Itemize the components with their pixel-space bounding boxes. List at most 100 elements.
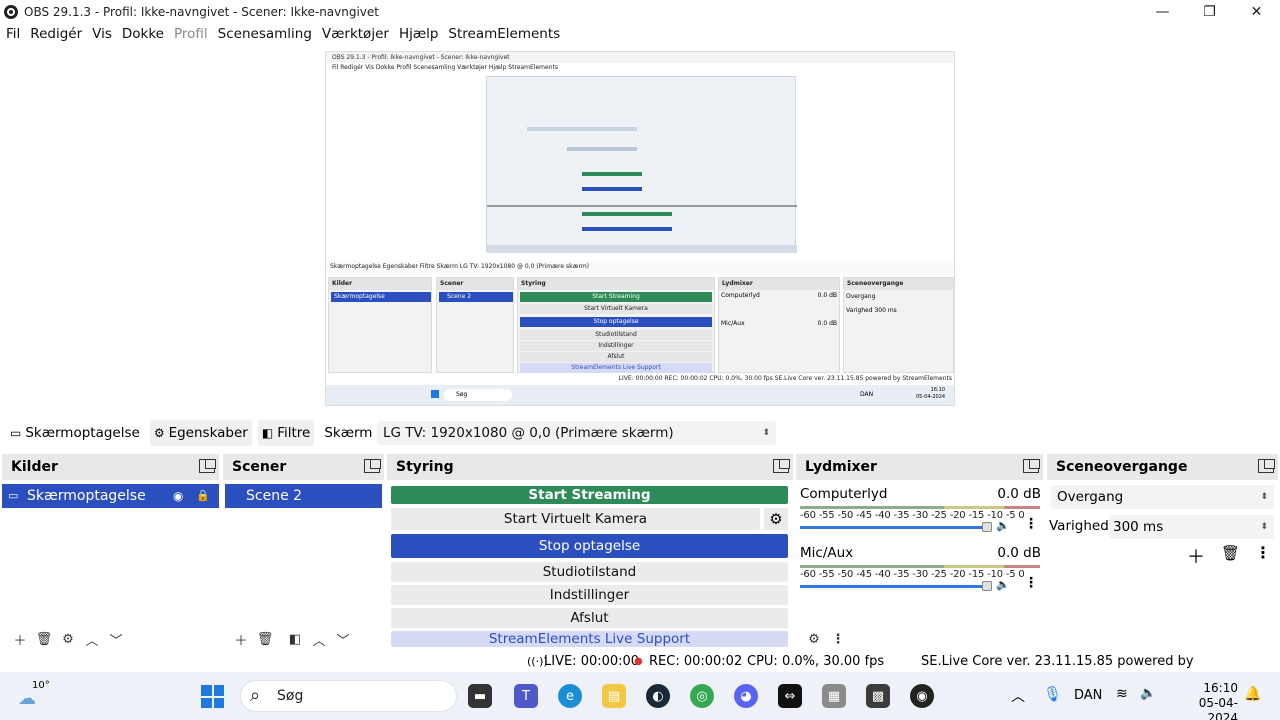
close-button[interactable]: ✕ — [1233, 0, 1280, 23]
menu-streamelements[interactable]: StreamElements — [448, 26, 560, 42]
mini-scene-item: Scene 2 — [439, 292, 513, 302]
scene-filters-button[interactable]: ◧ — [283, 632, 307, 647]
mini-search: Søg — [444, 389, 512, 401]
filters-label: Filtre — [277, 425, 311, 441]
mixer-menu-icon[interactable]: ⋮ — [826, 632, 850, 647]
add-scene-button[interactable]: ＋ — [229, 630, 253, 649]
menu-scene-collection[interactable]: Scenesamling — [218, 26, 312, 42]
add-source-button[interactable]: ＋ — [8, 630, 32, 649]
steam-icon[interactable]: ◐ — [646, 684, 670, 708]
search-placeholder: Søg — [277, 688, 304, 704]
exit-button[interactable]: Afslut — [391, 608, 788, 628]
move-source-up-button[interactable]: ︿ — [80, 630, 104, 649]
volume-meter — [800, 506, 1040, 509]
edge-icon[interactable]: e — [558, 684, 582, 708]
more-vertical-icon[interactable]: ⋮ — [1024, 575, 1038, 591]
file-explorer-icon[interactable]: ▤ — [602, 684, 626, 708]
app-icon[interactable]: ▦ — [822, 684, 846, 708]
teams-icon[interactable]: T — [514, 684, 538, 708]
volume-icon[interactable]: 🔈 — [1140, 686, 1156, 701]
volume-slider[interactable] — [800, 585, 990, 588]
dock-float-icon[interactable] — [364, 459, 381, 473]
start-virtual-camera-button[interactable]: Start Virtuelt Kamera — [391, 508, 760, 530]
maximize-button[interactable]: ❐ — [1186, 0, 1233, 23]
discord-icon[interactable]: ◕ — [734, 684, 758, 708]
move-scene-down-button[interactable]: ﹀ — [331, 630, 355, 649]
minecraft-icon[interactable]: ▩ — [866, 684, 890, 708]
mini-title: OBS 29.1.3 - Profil: Ikke-navngivet - Sc… — [326, 52, 954, 63]
volume-slider-handle[interactable] — [982, 522, 992, 532]
mini-date: 05-04-2024 — [916, 394, 946, 400]
volume-slider-handle[interactable] — [982, 581, 992, 591]
move-source-down-button[interactable]: ﹀ — [104, 630, 128, 649]
lock-icon[interactable]: 🔒 — [196, 484, 210, 508]
dock-float-icon[interactable] — [199, 459, 216, 473]
volume-slider[interactable] — [800, 526, 990, 529]
stop-recording-button[interactable]: Stop optagelse — [391, 534, 788, 558]
mini-scenes-dock: Scener Scene 2 — [436, 277, 514, 373]
chevron-up-icon[interactable]: ︿ — [1011, 686, 1025, 706]
transition-select[interactable]: Overgang ⬍ — [1051, 485, 1274, 509]
taskbar-clock[interactable]: 16:10 05-04-2024 — [1170, 681, 1238, 720]
menu-profile[interactable]: Profil — [174, 26, 208, 42]
more-vertical-icon[interactable]: ⋮ — [1024, 516, 1038, 532]
obs-logo-icon — [4, 4, 18, 19]
filters-button[interactable]: ◧ Filtre — [257, 420, 315, 446]
menu-file[interactable]: Fil — [6, 26, 20, 42]
menu-view[interactable]: Vis — [92, 26, 112, 42]
chrome-icon[interactable]: ◎ — [690, 684, 714, 708]
mini-studio-mode: Studiotilstand — [520, 330, 712, 340]
remove-transition-button[interactable]: 🗑 — [1221, 544, 1240, 562]
obs-taskbar-icon[interactable]: ◉ — [910, 684, 934, 708]
dock-float-icon[interactable] — [773, 459, 790, 473]
settings-button[interactable]: Indstillinger — [391, 585, 788, 605]
mini-clock: 16:10 05-04-2024 — [916, 387, 945, 401]
screen-select[interactable]: LG TV: 1920x1080 @ 0,0 (Primære skærm) ⬍ — [377, 421, 776, 445]
volume-meter — [800, 565, 1040, 568]
spin-arrows-icon[interactable]: ⬍ — [1260, 515, 1268, 539]
move-scene-up-button[interactable]: ︿ — [307, 630, 331, 649]
source-item-screen-capture[interactable]: ▭ Skærmoptagelse ◉ 🔒 — [2, 484, 219, 508]
task-view-icon[interactable]: ▬ — [468, 684, 492, 708]
properties-label: Egenskaber — [168, 425, 248, 441]
advanced-audio-gear-icon[interactable]: ⚙ — [802, 632, 826, 647]
microphone-icon[interactable]: 🎙 — [1043, 685, 1062, 703]
dock-float-icon[interactable] — [1023, 459, 1040, 473]
preview-area[interactable]: OBS 29.1.3 - Profil: Ikke-navngivet - Sc… — [0, 45, 1280, 413]
menu-docks[interactable]: Dokke — [122, 26, 164, 42]
windows-start-icon[interactable] — [201, 685, 224, 708]
notification-bell-icon[interactable]: 🔔 — [1244, 686, 1261, 702]
studio-mode-button[interactable]: Studiotilstand — [391, 562, 788, 582]
streamelements-live-support-button[interactable]: StreamElements Live Support — [391, 631, 788, 647]
menu-edit[interactable]: Redigér — [30, 26, 82, 42]
minimize-button[interactable]: — — [1139, 0, 1186, 23]
weather-widget[interactable]: ☁ 10° — [18, 680, 50, 710]
speaker-icon[interactable]: 🔈 — [996, 519, 1010, 532]
teamviewer-icon[interactable]: ⇔ — [778, 684, 802, 708]
remove-scene-button[interactable]: 🗑 — [253, 632, 277, 647]
transitions-dock-header: Sceneovergange — [1047, 454, 1278, 480]
controls-dock: Styring Start Streaming Start Virtuelt K… — [387, 454, 793, 652]
taskbar-search[interactable]: ⌕ Søg — [240, 680, 457, 712]
dock-float-icon[interactable] — [1258, 459, 1275, 473]
mixer-track-computer-audio: Computerlyd 0.0 dB -60 -55 -50 -45 -40 -… — [800, 486, 1041, 538]
scenes-dock: Scener Scene 2 ＋ 🗑 ◧ ︿ ﹀ — [223, 454, 384, 652]
mini-track-mic: Mic/Aux — [721, 320, 745, 327]
menu-help[interactable]: Hjælp — [399, 26, 438, 42]
language-indicator[interactable]: DAN — [1074, 688, 1102, 703]
eye-icon[interactable]: ◉ — [173, 484, 183, 508]
sources-footer: ＋ 🗑 ⚙ ︿ ﹀ — [2, 626, 219, 652]
add-transition-button[interactable]: ＋ — [1187, 543, 1205, 569]
speaker-icon[interactable]: 🔈 — [996, 578, 1010, 591]
transition-properties-icon[interactable]: ⋮ — [1255, 543, 1271, 562]
start-streaming-button[interactable]: Start Streaming — [391, 486, 788, 504]
source-properties-button[interactable]: ⚙ — [56, 632, 80, 647]
remove-source-button[interactable]: 🗑 — [32, 632, 56, 647]
virtual-camera-settings-icon[interactable]: ⚙ — [764, 508, 788, 530]
menu-tools[interactable]: Værktøjer — [322, 26, 389, 42]
cpu-status: CPU: 0.0%, 30.00 fps — [747, 654, 885, 669]
scene-item[interactable]: Scene 2 — [225, 484, 382, 508]
wifi-icon[interactable]: ≋ — [1116, 686, 1128, 702]
duration-input[interactable]: 300 ms ⬍ — [1109, 515, 1274, 539]
properties-button[interactable]: ⚙ Egenskaber — [149, 420, 252, 446]
